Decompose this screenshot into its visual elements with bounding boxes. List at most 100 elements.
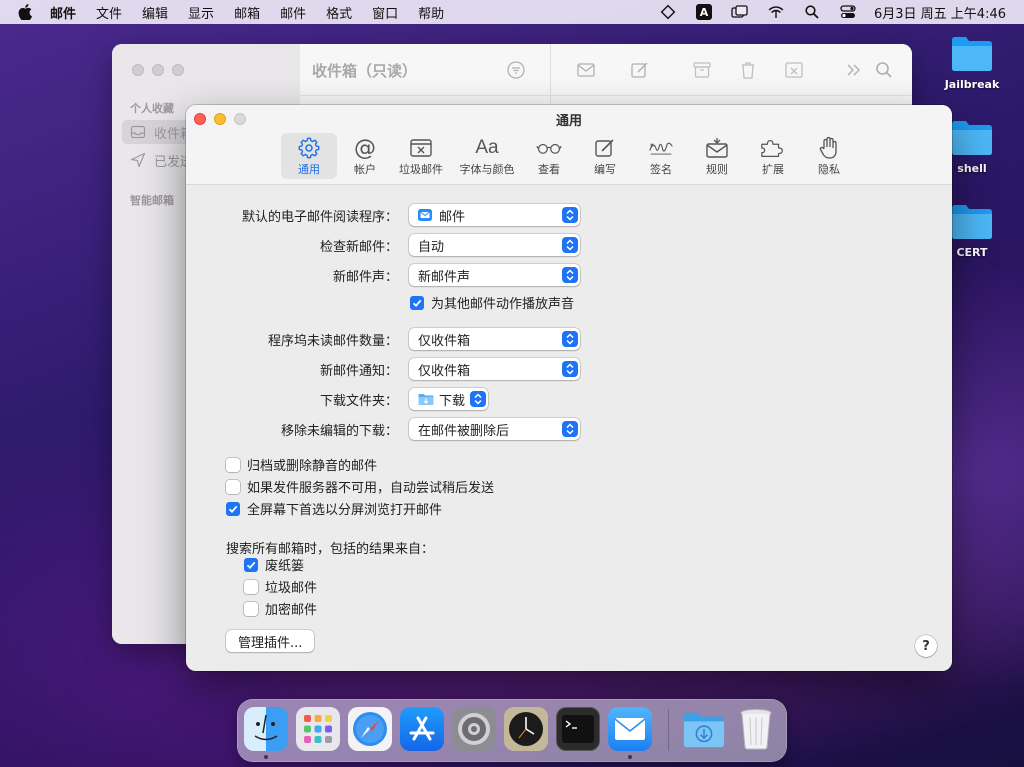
input-method-icon[interactable]: A <box>695 4 713 20</box>
tab-label: 签名 <box>650 163 672 176</box>
puzzle-icon <box>760 136 786 160</box>
dock-finder[interactable] <box>244 707 288 751</box>
archive-muted-checkbox[interactable]: 归档或删除静音的邮件 <box>226 455 377 474</box>
check-mail-popup[interactable]: 自动 <box>409 234 580 256</box>
mailbox-title: 收件箱（只读） <box>312 62 418 80</box>
folder-icon <box>952 205 992 239</box>
filter-icon[interactable] <box>506 60 526 80</box>
dock-app-store[interactable] <box>400 707 444 751</box>
menu-format[interactable]: 格式 <box>326 3 352 22</box>
trash-can-icon <box>740 709 772 750</box>
popup-stepper-icon <box>562 421 578 437</box>
window-title: 通用 <box>555 114 582 129</box>
popup-value: 邮件 <box>439 209 466 225</box>
desktop-folder-shell[interactable]: shell <box>946 118 998 175</box>
menu-help[interactable]: 帮助 <box>418 3 444 22</box>
notify-popup[interactable]: 仅收件箱 <box>409 358 580 380</box>
dock-unread-popup[interactable]: 仅收件箱 <box>409 328 580 350</box>
checkmark-icon <box>410 295 424 310</box>
trash-icon[interactable] <box>738 60 758 80</box>
download-folder-popup[interactable]: 下载 <box>409 388 488 410</box>
checkbox-label: 归档或删除静音的邮件 <box>247 459 378 474</box>
tab-viewing[interactable]: 查看 <box>521 133 577 179</box>
remove-downloads-label: 移除未编辑的下载： <box>280 424 398 439</box>
window-screen-icon[interactable] <box>731 4 749 20</box>
more-chevron-icon[interactable] <box>844 60 864 80</box>
apple-menu-icon[interactable] <box>18 3 36 21</box>
control-center-icon[interactable] <box>839 4 857 20</box>
popup-value: 新邮件声 <box>418 269 471 285</box>
manage-plugins-button[interactable]: 管理插件... <box>226 630 315 652</box>
tab-label: 帐户 <box>354 163 376 176</box>
tab-junk[interactable]: 垃圾邮件 <box>393 133 449 179</box>
encrypted-checkbox[interactable]: 加密邮件 <box>244 599 317 618</box>
dock-clock[interactable] <box>504 707 548 751</box>
wifi-icon[interactable] <box>767 4 785 20</box>
menubar-clock[interactable]: 6月3日 周五 上午4:46 <box>874 3 1006 22</box>
glasses-icon <box>536 136 562 160</box>
dock-downloads[interactable] <box>682 707 726 751</box>
checkbox-box <box>226 457 240 472</box>
general-pane: 默认的电子邮件阅读程序： 邮件 检查新邮件： 自动 新邮件声： 新邮件声 为其他… <box>186 185 952 671</box>
new-sound-popup[interactable]: 新邮件声 <box>409 264 580 286</box>
menu-edit[interactable]: 编辑 <box>142 3 168 22</box>
help-button[interactable]: ? <box>915 635 937 657</box>
menu-window[interactable]: 窗口 <box>372 3 398 22</box>
tab-accounts[interactable]: @ 帐户 <box>337 133 393 179</box>
tab-label: 扩展 <box>762 163 784 176</box>
menu-view[interactable]: 显示 <box>188 3 214 22</box>
folder-label: CERT <box>956 246 988 259</box>
tab-label: 查看 <box>538 163 560 176</box>
dock-terminal[interactable] <box>556 707 600 751</box>
close-button[interactable] <box>132 64 144 76</box>
dock-system-preferences[interactable] <box>452 707 496 751</box>
minimize-button[interactable] <box>152 64 164 76</box>
desktop-folder-jailbreak[interactable]: Jailbreak <box>945 34 999 91</box>
popup-value: 仅收件箱 <box>418 333 471 349</box>
notify-label: 新邮件通知： <box>319 364 398 379</box>
checkbox-box <box>244 579 258 594</box>
remove-downloads-popup[interactable]: 在邮件被删除后 <box>409 418 580 440</box>
popup-value: 下载 <box>439 393 466 409</box>
popup-value: 仅收件箱 <box>418 363 471 379</box>
dock-mail[interactable] <box>608 707 652 751</box>
compose-icon <box>592 136 618 160</box>
launchpad-icon <box>304 715 332 743</box>
menu-mailbox[interactable]: 邮箱 <box>234 3 260 22</box>
menu-file[interactable]: 文件 <box>96 3 122 22</box>
rules-icon <box>704 136 730 160</box>
tab-extensions[interactable]: 扩展 <box>745 133 801 179</box>
tab-privacy[interactable]: 隐私 <box>801 133 857 179</box>
popup-value: 在邮件被删除后 <box>418 423 510 439</box>
tab-signatures[interactable]: 签名 <box>633 133 689 179</box>
tab-general[interactable]: 通用 <box>281 133 337 179</box>
diamond-status-icon[interactable] <box>659 4 677 20</box>
junk-checkbox[interactable]: 垃圾邮件 <box>244 577 317 596</box>
play-sounds-checkbox[interactable]: 为其他邮件动作播放声音 <box>410 293 574 312</box>
tab-fonts-colors[interactable]: Aa 字体与颜色 <box>457 133 517 179</box>
spotlight-search-icon[interactable] <box>803 4 821 20</box>
dock-launchpad[interactable] <box>296 707 340 751</box>
popup-stepper-icon <box>562 361 578 377</box>
trash-checkbox[interactable]: 废纸篓 <box>244 555 304 574</box>
compose-icon[interactable] <box>630 60 650 80</box>
split-view-checkbox[interactable]: 全屏幕下首选以分屏浏览打开邮件 <box>226 499 442 518</box>
tab-composing[interactable]: 编写 <box>577 133 633 179</box>
archive-icon[interactable] <box>692 60 712 80</box>
junk-icon[interactable] <box>784 60 804 80</box>
app-menu[interactable]: 邮件 <box>50 3 76 22</box>
default-reader-popup[interactable]: 邮件 <box>409 204 580 226</box>
dock-safari[interactable] <box>348 707 392 751</box>
retry-send-checkbox[interactable]: 如果发件服务器不可用，自动尝试稍后发送 <box>226 477 494 496</box>
tab-label: 编写 <box>594 163 616 176</box>
search-icon[interactable] <box>874 60 894 80</box>
popup-stepper-icon <box>562 267 578 283</box>
menu-message[interactable]: 邮件 <box>280 3 306 22</box>
at-sign-icon: @ <box>354 135 376 161</box>
tab-rules[interactable]: 规则 <box>689 133 745 179</box>
get-mail-icon[interactable] <box>576 60 596 80</box>
desktop-folder-cert[interactable]: CERT <box>946 202 998 259</box>
dock-trash[interactable] <box>734 707 778 751</box>
zoom-button[interactable] <box>172 64 184 76</box>
new-sound-label: 新邮件声： <box>332 270 398 285</box>
